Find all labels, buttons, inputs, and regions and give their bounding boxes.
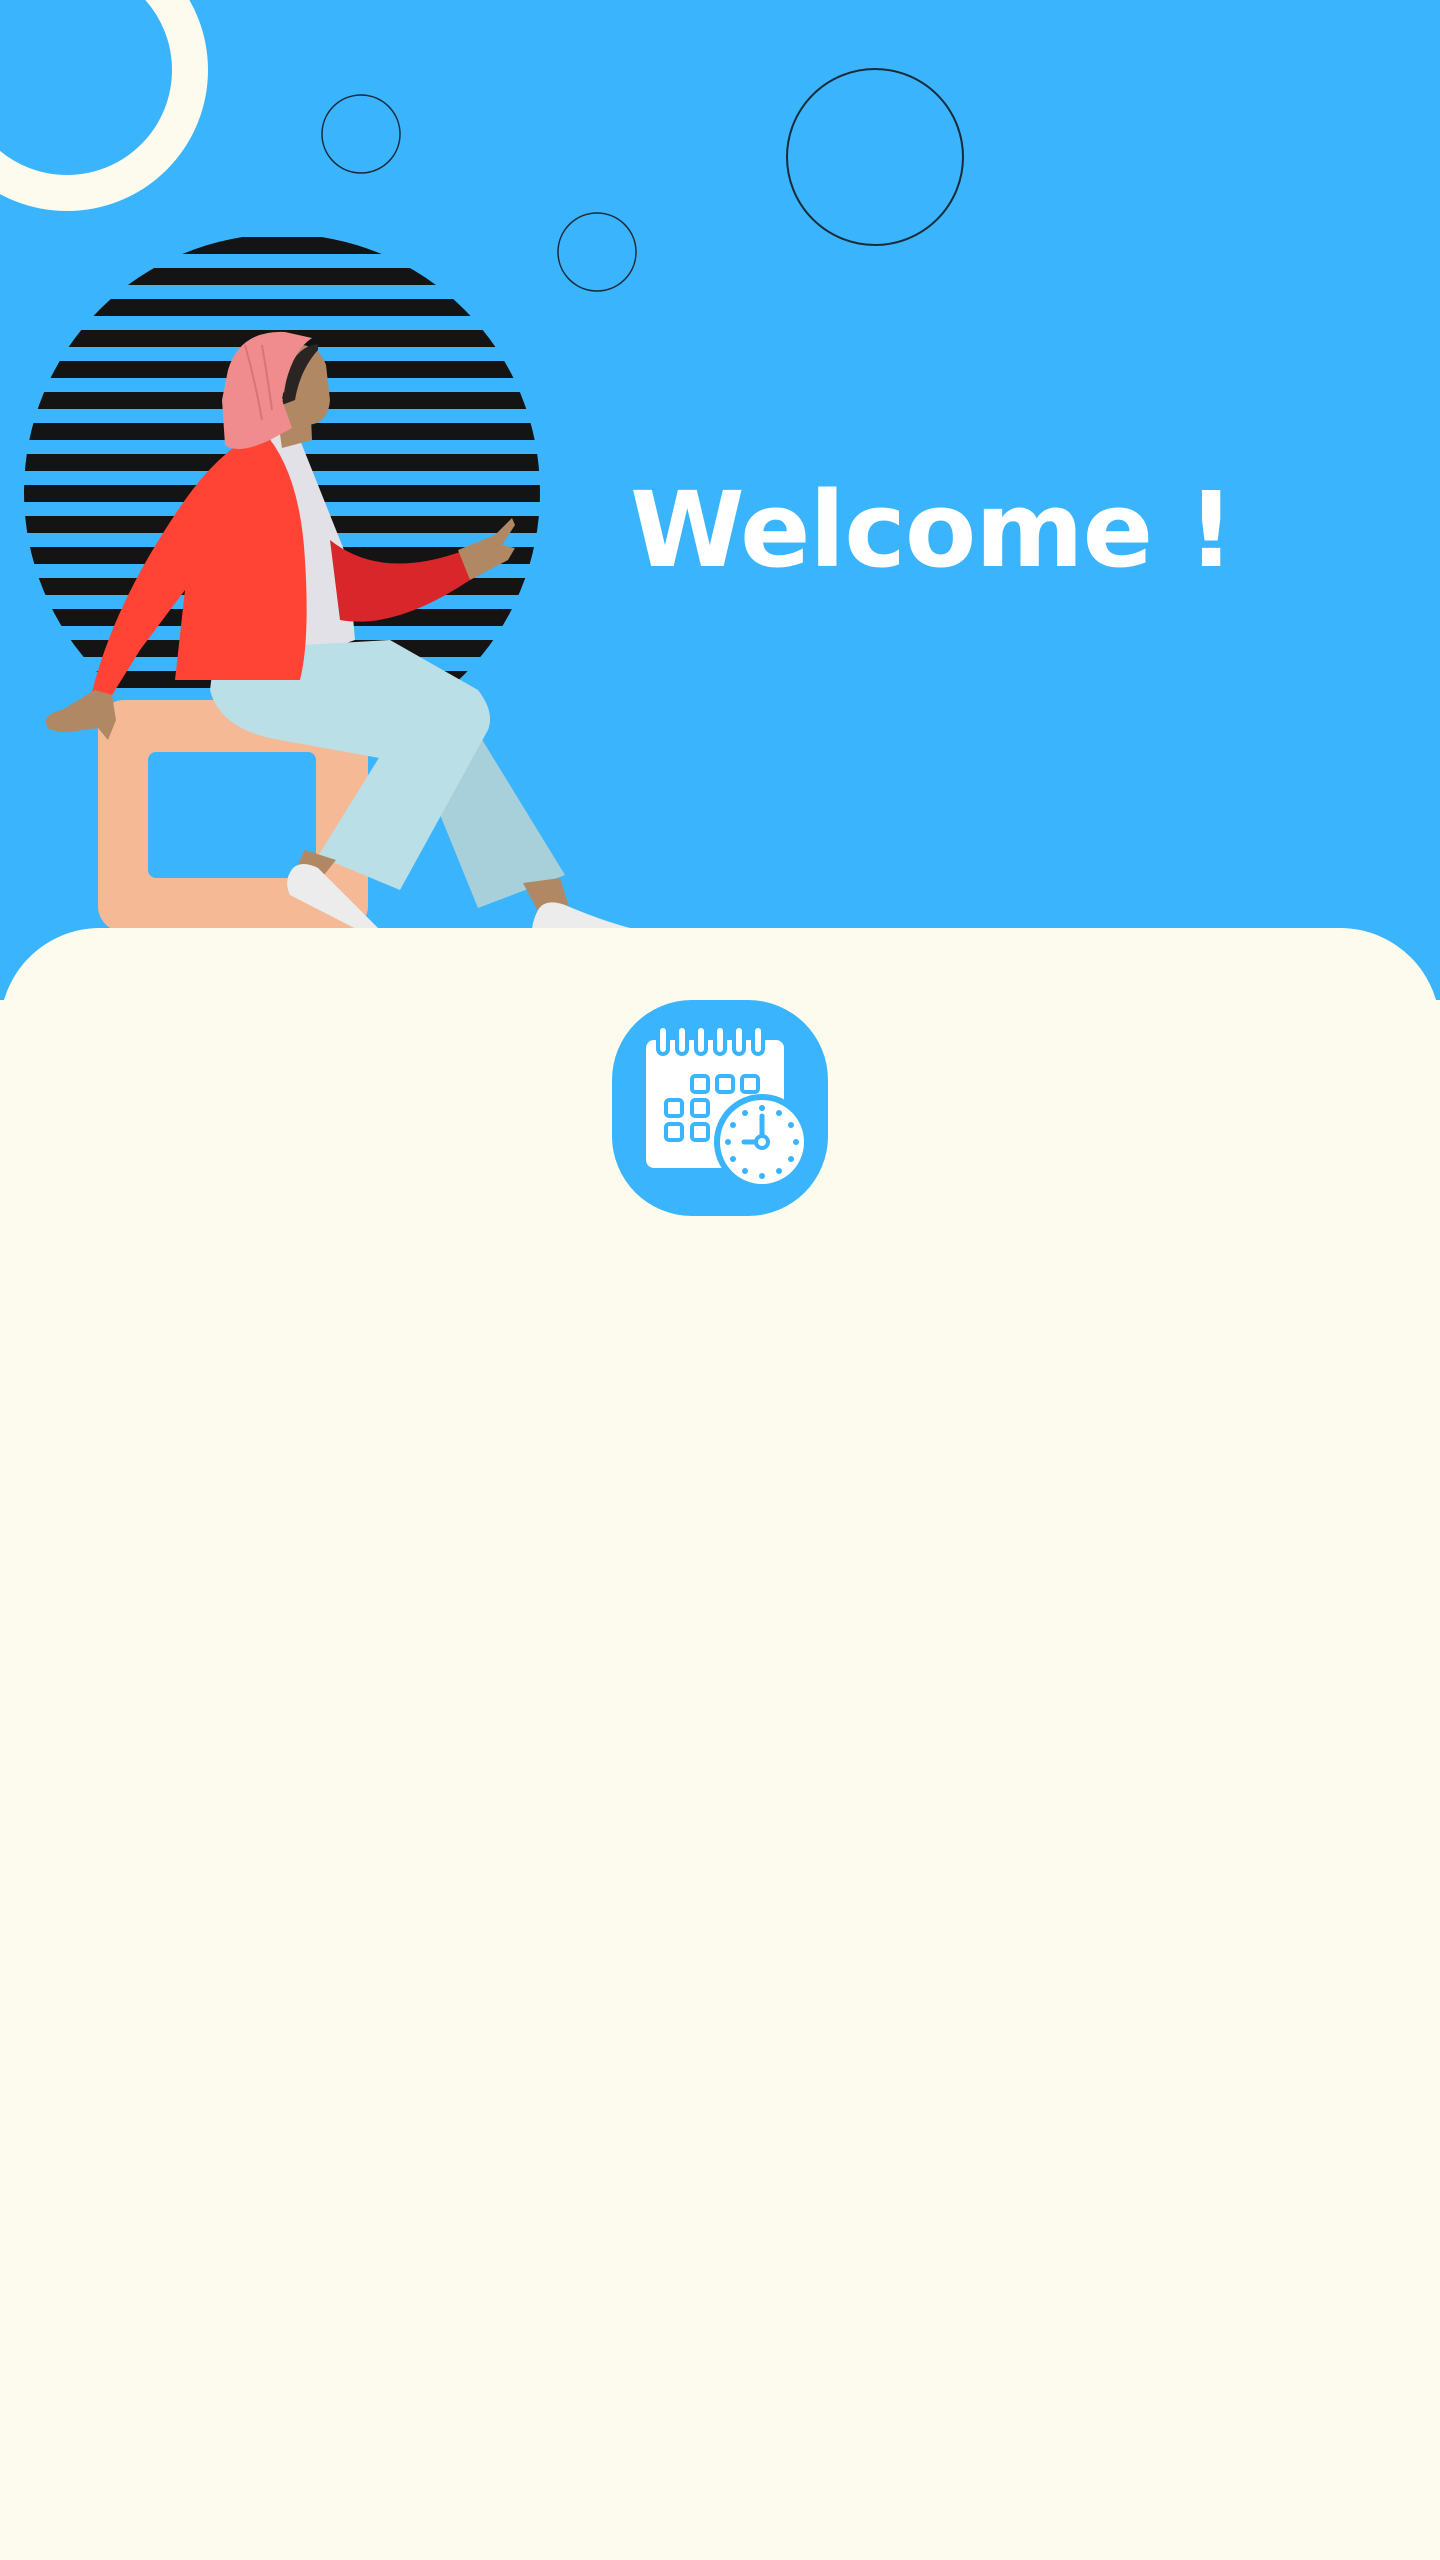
small-circle-outline — [321, 94, 401, 174]
hero-banner: Welcome ! — [0, 0, 1440, 1000]
large-circle-outline — [786, 68, 964, 246]
calendar-clock-icon — [646, 1024, 810, 1190]
app-logo — [612, 1000, 828, 1216]
welcome-title: Welcome ! — [630, 469, 1235, 591]
small-circle-outline — [557, 212, 637, 292]
